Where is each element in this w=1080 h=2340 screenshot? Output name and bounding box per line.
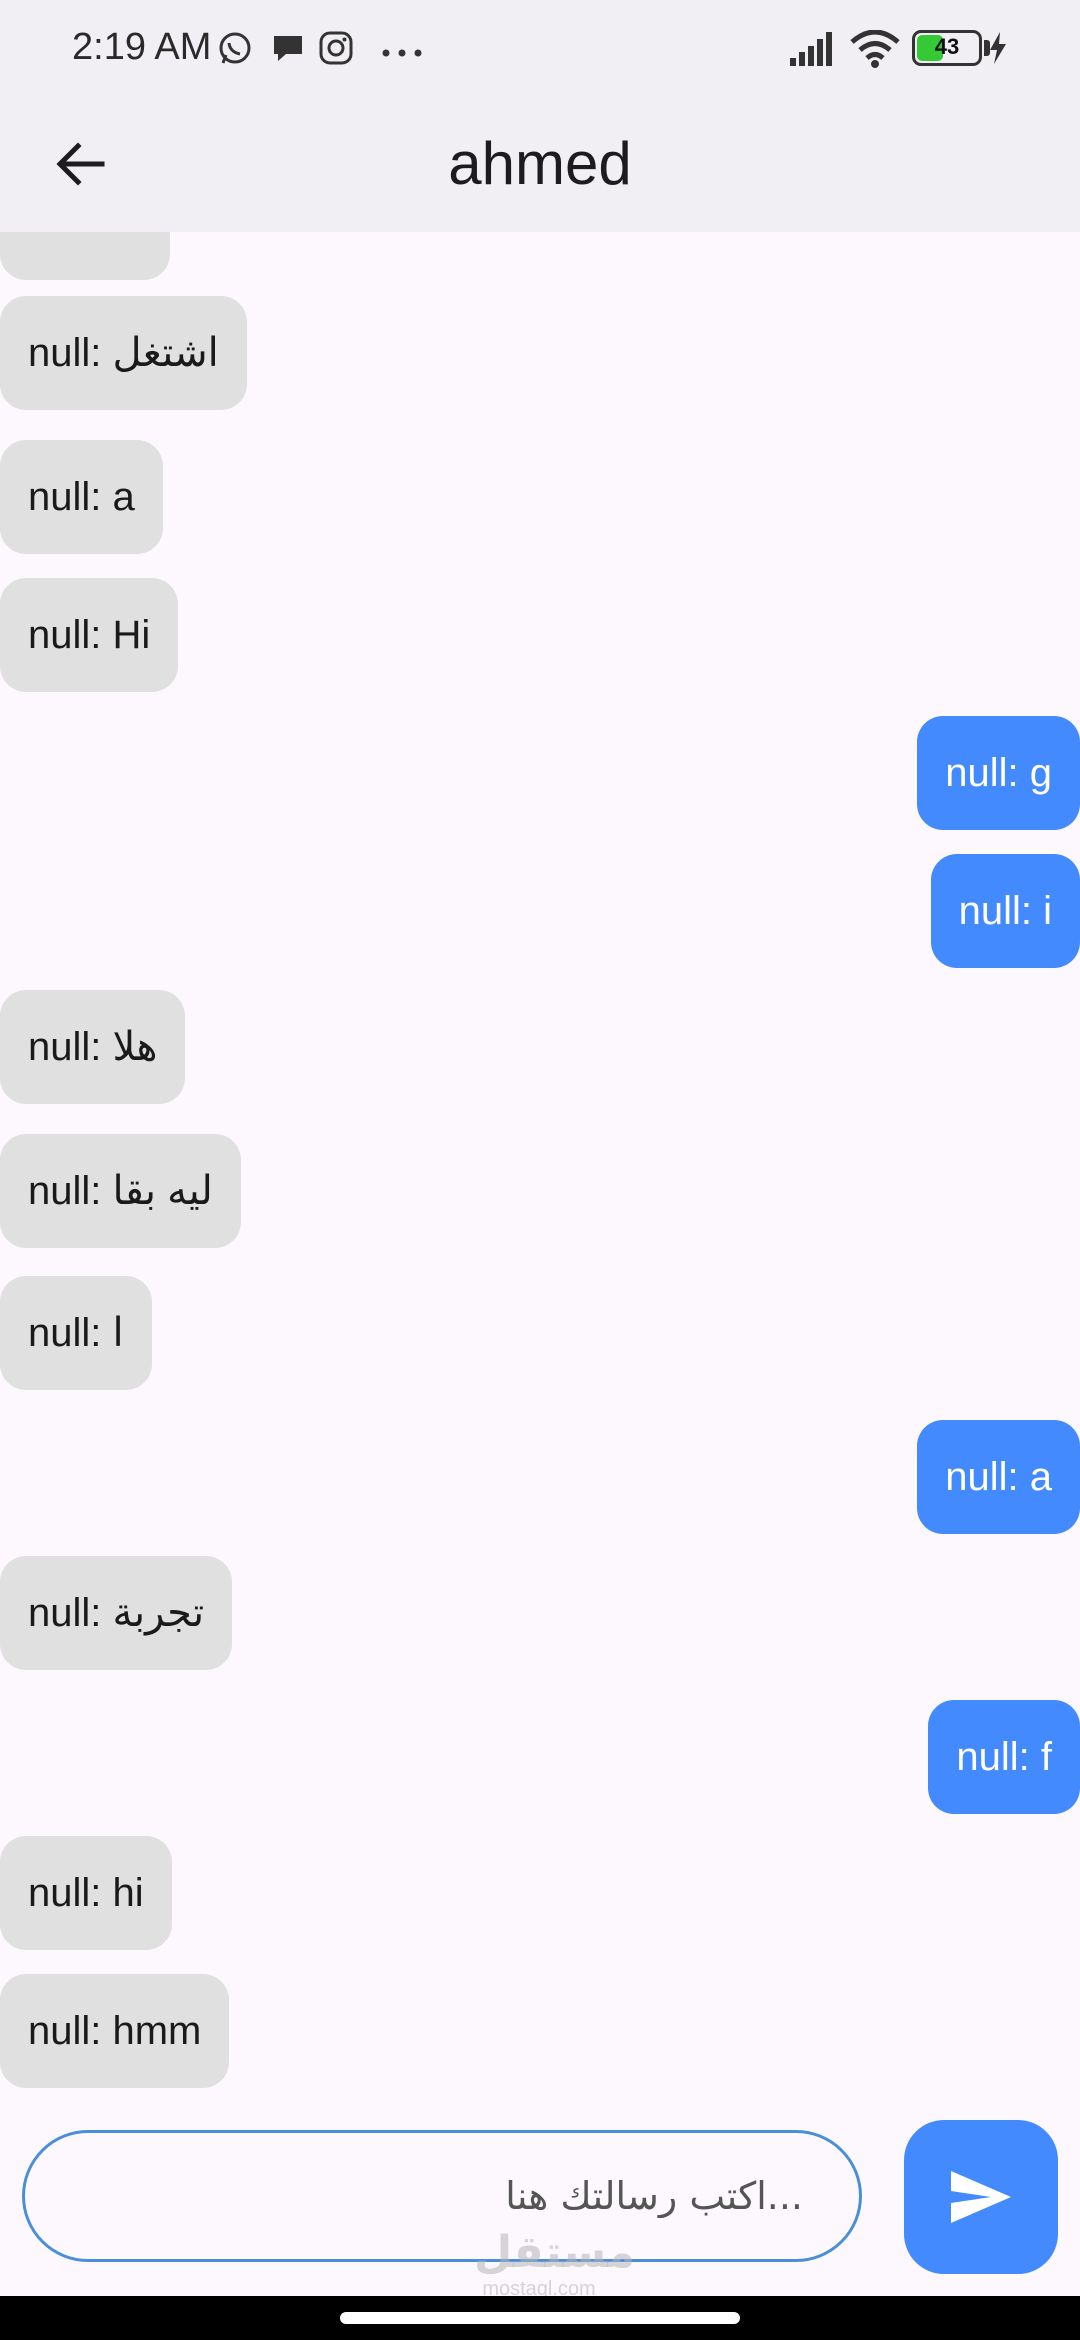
wifi-icon — [850, 29, 900, 73]
message-text: null: ا — [28, 1311, 124, 1355]
page-title: ahmed — [448, 130, 632, 197]
message-bubble-received: null: hi — [0, 1836, 172, 1950]
message-text: null: g — [945, 751, 1052, 795]
message-bubble-sent: null: g — [917, 716, 1080, 830]
signal-icon — [790, 30, 838, 71]
message-bubble-received: null: تجربة — [0, 1556, 233, 1670]
message-input-wrapper — [22, 2130, 862, 2262]
message-text: null: Hi — [28, 613, 151, 657]
home-indicator[interactable] — [340, 2312, 740, 2324]
watermark-arabic: مستقل — [474, 2227, 635, 2278]
arrow-left-icon — [56, 142, 105, 186]
message-text: null: a — [945, 1455, 1052, 1499]
send-button[interactable] — [904, 2120, 1058, 2274]
message-text: null: اشتغل — [28, 331, 219, 375]
message-text: null: hi — [28, 1871, 144, 1915]
app-bar: ahmed — [0, 96, 1080, 232]
message-bubble-received: null: a — [0, 440, 163, 554]
message-bubble-received: null: ا — [0, 1276, 152, 1390]
message-text: null: a — [28, 475, 135, 519]
message-bubble-sent: null: i — [930, 854, 1080, 968]
battery-icon: 43 — [912, 30, 982, 66]
chat-bubble-icon — [270, 30, 306, 71]
watermark-logo: مستقل mostaql.com — [474, 2227, 635, 2301]
message-text: null: hmm — [28, 2009, 202, 2053]
message-bubble-received: null: هلا — [0, 990, 186, 1104]
status-bar: 2:19 AM 43 — [0, 0, 1080, 96]
message-text: null: تجربة — [28, 1591, 205, 1635]
message-input[interactable] — [25, 2133, 859, 2259]
status-time: 2:19 AM — [72, 26, 212, 68]
back-button[interactable] — [40, 124, 120, 204]
send-icon — [951, 2171, 1011, 2223]
message-list[interactable]: null: اشتغل null: a null: Hi null: g nul… — [0, 232, 1080, 2090]
message-bubble-sent: null: f — [928, 1700, 1080, 1814]
message-bubble-received: null: Hi — [0, 578, 179, 692]
message-text: null: i — [958, 889, 1052, 933]
message-text: null: f — [956, 1735, 1052, 1779]
instagram-icon — [318, 30, 354, 71]
message-text: null: ليه بقا — [28, 1169, 213, 1213]
message-bubble-received: null: hmm — [0, 1974, 230, 2088]
message-bubble-sent: null: a — [917, 1420, 1080, 1534]
more-dots-icon — [382, 44, 422, 62]
message-bubble-received — [0, 232, 170, 280]
message-text: null: هلا — [28, 1025, 158, 1069]
message-bubble-received: null: اشتغل — [0, 296, 247, 410]
whatsapp-icon — [216, 30, 254, 73]
charging-icon — [988, 32, 1008, 69]
message-bubble-received: null: ليه بقا — [0, 1134, 241, 1248]
battery-level-text: 43 — [934, 34, 960, 59]
